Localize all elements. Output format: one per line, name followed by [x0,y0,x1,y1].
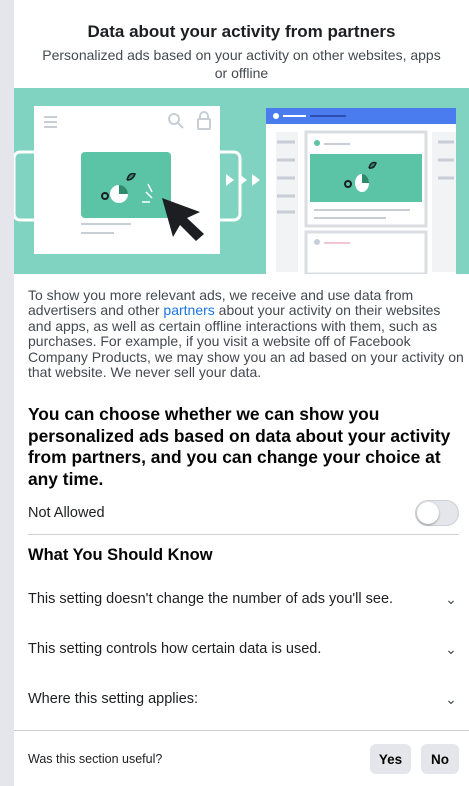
product-image [81,152,171,218]
settings-panel: Data about your activity from partners P… [12,0,469,786]
description-text: To show you more relevant ads, we receiv… [28,287,464,380]
no-button[interactable]: No [421,744,459,774]
partner-activity-illustration [12,106,456,276]
setting-toggle[interactable] [415,500,459,526]
section-divider [28,534,459,535]
know-section-title: What You Should Know [28,546,213,564]
setting-label: Not Allowed [28,505,105,521]
arrow-icon [226,174,260,186]
partners-link[interactable]: partners [163,302,214,318]
yes-button[interactable]: Yes [370,744,411,774]
page-title: Data about your activity from partners [87,22,396,41]
accordion-label: This setting controls how certain data i… [28,641,322,657]
page-subtitle: Personalized ads based on your activity … [42,47,441,81]
chevron-down-icon: ⌄ [445,690,457,707]
accordion-label: This setting doesn't change the number o… [28,591,394,607]
accordion-item-data-use[interactable]: This setting controls how certain data i… [28,634,459,664]
feedback-question: Was this section useful? [28,752,163,766]
accordion-item-ads-number[interactable]: This setting doesn't change the number o… [28,584,459,614]
choice-heading: You can choose whether we can show you p… [28,404,451,489]
toggle-knob [417,502,439,524]
footer-divider [14,730,469,731]
accordion-label: Where this setting applies: [28,691,199,707]
panel-header: Data about your activity from partners P… [14,0,469,86]
setting-row: Not Allowed [28,498,459,528]
chevron-down-icon: ⌄ [445,640,457,657]
feedback-footer: Was this section useful? Yes No [14,734,469,786]
accordion-item-where-applies[interactable]: Where this setting applies: ⌄ [28,684,459,714]
chevron-down-icon: ⌄ [445,590,457,607]
hero-illustration [12,88,469,276]
